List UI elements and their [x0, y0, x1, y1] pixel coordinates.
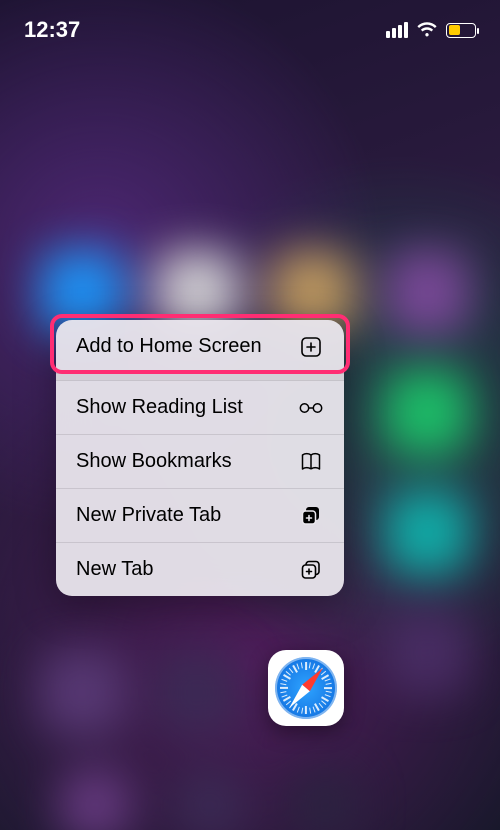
menu-item-label: Show Reading List — [76, 396, 243, 419]
menu-item-label: Show Bookmarks — [76, 450, 232, 473]
plus-square-icon — [298, 336, 324, 358]
safari-context-menu: Add to Home Screen Show Reading List Sho… — [56, 320, 344, 596]
status-bar: 12:37 — [0, 0, 500, 60]
private-tabs-icon — [298, 505, 324, 527]
wifi-icon — [416, 22, 438, 38]
status-indicators — [386, 22, 476, 38]
compass-icon — [275, 657, 337, 719]
menu-item-add-to-home-screen[interactable]: Add to Home Screen — [56, 320, 344, 373]
menu-item-new-private-tab[interactable]: New Private Tab — [56, 488, 344, 542]
menu-separator — [56, 373, 344, 381]
glasses-icon — [298, 401, 324, 415]
book-icon — [298, 452, 324, 472]
menu-item-label: Add to Home Screen — [76, 335, 262, 358]
menu-item-label: New Private Tab — [76, 504, 221, 527]
cellular-signal-icon — [386, 22, 408, 38]
status-time: 12:37 — [24, 17, 80, 43]
menu-item-show-bookmarks[interactable]: Show Bookmarks — [56, 434, 344, 488]
safari-app-icon[interactable] — [268, 650, 344, 726]
new-tab-icon — [298, 559, 324, 581]
menu-item-show-reading-list[interactable]: Show Reading List — [56, 381, 344, 434]
battery-icon — [446, 23, 476, 38]
menu-item-new-tab[interactable]: New Tab — [56, 542, 344, 596]
menu-item-label: New Tab — [76, 558, 153, 581]
